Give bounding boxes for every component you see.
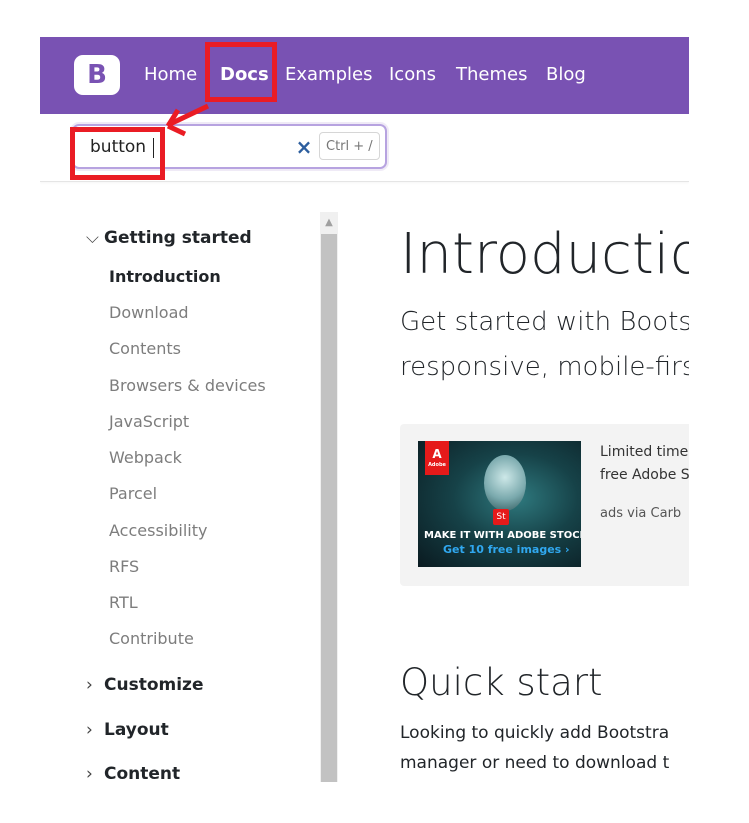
sidebar-scrollbar[interactable]: ▲	[320, 212, 338, 782]
annotation-box-docs	[205, 42, 277, 102]
section-title-quick-start: Quick start	[400, 661, 603, 704]
sidebar-group-content[interactable]: › Content	[86, 761, 180, 782]
page-title: Introductio	[400, 222, 689, 287]
nav-link-blog[interactable]: Blog	[546, 62, 586, 88]
lead-line: Get started with Boots	[400, 307, 689, 337]
nav-link-home[interactable]: Home	[144, 62, 197, 88]
paragraph-line: manager or need to download t	[400, 753, 670, 773]
scroll-up-arrow-icon[interactable]: ▲	[320, 212, 338, 234]
top-navbar: B Home Docs Examples Icons Themes Blog	[40, 37, 689, 114]
sidebar-item-webpack[interactable]: Webpack	[109, 447, 182, 469]
sidebar-group-label: Layout	[104, 720, 169, 740]
adobe-logo: A Adobe	[425, 441, 449, 475]
quick-start-paragraph: Looking to quickly add Bootstra manager …	[400, 718, 669, 778]
sidebar-group-label: Content	[104, 764, 181, 782]
sidebar-item-contribute[interactable]: Contribute	[109, 628, 194, 650]
sidebar-item-accessibility[interactable]: Accessibility	[109, 520, 207, 542]
nav-link-icons[interactable]: Icons	[389, 62, 436, 88]
ad-image[interactable]: A Adobe St MAKE IT WITH ADOBE STOCK. Get…	[418, 441, 581, 567]
keyboard-shortcut-hint: Ctrl + /	[319, 132, 380, 160]
sidebar-item-rtl[interactable]: RTL	[109, 592, 138, 614]
ad-cta-link[interactable]: Get 10 free images ›	[443, 543, 570, 557]
ad-credit-link[interactable]: ads via Carb	[600, 506, 681, 521]
sidebar-item-browsers-devices[interactable]: Browsers & devices	[109, 375, 266, 397]
ad-text-line[interactable]: Limited time	[600, 441, 689, 463]
main-content: Introductio Get started with Boots respo…	[400, 212, 689, 782]
annotation-box-search	[70, 127, 165, 180]
ad-headline: MAKE IT WITH ADOBE STOCK.	[424, 530, 581, 541]
sidebar-item-introduction[interactable]: Introduction	[109, 266, 221, 288]
ad-portrait	[484, 455, 526, 511]
stock-badge: St	[493, 509, 509, 525]
chevron-right-icon: ›	[86, 764, 93, 782]
lead-paragraph: Get started with Boots responsive, mobil…	[400, 300, 689, 390]
clear-search-icon[interactable]: ×	[292, 134, 316, 160]
sidebar-group-label: Getting started	[104, 228, 252, 248]
chevron-right-icon: ›	[86, 675, 93, 695]
nav-link-examples[interactable]: Examples	[285, 62, 372, 88]
sidebar-group-customize[interactable]: › Customize	[86, 672, 203, 698]
paragraph-line: Looking to quickly add Bootstra	[400, 723, 670, 743]
sidebar-group-layout[interactable]: › Layout	[86, 717, 169, 743]
sidebar-item-rfs[interactable]: RFS	[109, 556, 139, 578]
nav-link-themes[interactable]: Themes	[456, 62, 527, 88]
scrollbar-thumb[interactable]	[321, 234, 337, 782]
ad-text-line[interactable]: free Adobe S	[600, 464, 689, 486]
sidebar-item-javascript[interactable]: JavaScript	[109, 411, 189, 433]
chevron-right-icon: ›	[86, 720, 93, 740]
lead-line: responsive, mobile-firs	[400, 352, 689, 382]
carbon-ad: A Adobe St MAKE IT WITH ADOBE STOCK. Get…	[400, 424, 689, 586]
adobe-logo-sub: Adobe	[428, 462, 446, 468]
sidebar-group-getting-started[interactable]: ⌵ Getting started	[86, 225, 252, 251]
chevron-down-icon: ⌵	[86, 228, 99, 248]
bootstrap-logo[interactable]: B	[74, 55, 120, 95]
sidebar-item-parcel[interactable]: Parcel	[109, 483, 157, 505]
docs-sidebar: ⌵ Getting started Introduction Download C…	[40, 212, 340, 782]
sidebar-item-contents[interactable]: Contents	[109, 338, 181, 360]
sidebar-item-download[interactable]: Download	[109, 302, 189, 324]
adobe-logo-letter: A	[432, 447, 442, 461]
sidebar-group-label: Customize	[104, 675, 204, 695]
